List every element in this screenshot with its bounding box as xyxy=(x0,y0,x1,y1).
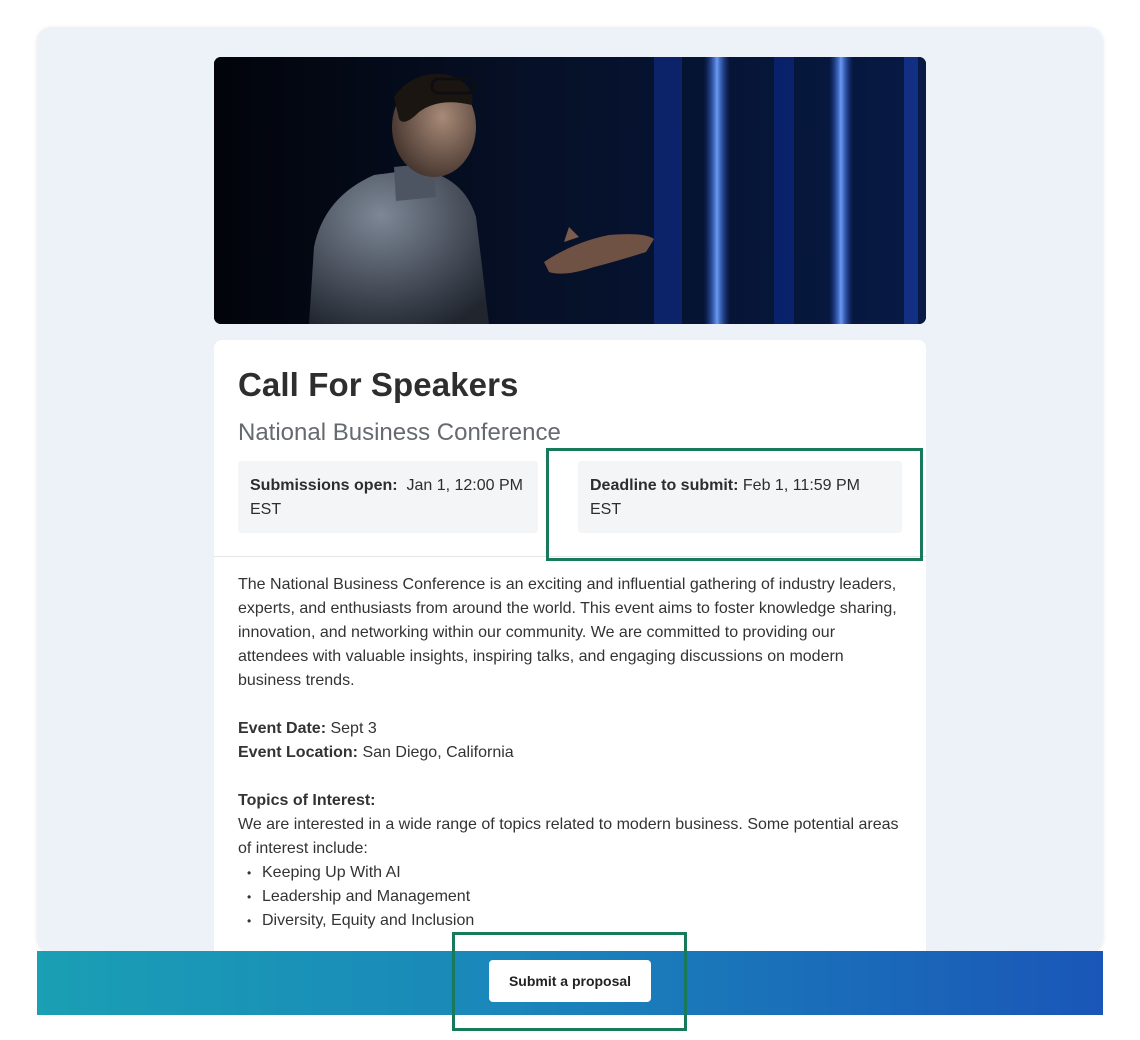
deadline-label: Deadline to submit: xyxy=(590,477,739,494)
event-location-line: Event Location: San Diego, California xyxy=(238,741,902,765)
event-description: The National Business Conference is an e… xyxy=(238,576,897,689)
submissions-open-box: Submissions open: Jan 1, 12:00 PM EST xyxy=(238,461,538,533)
bullet-icon: • xyxy=(247,914,252,928)
topic-item: • Diversity, Equity and Inclusion xyxy=(238,909,902,933)
submit-proposal-button[interactable]: Submit a proposal xyxy=(489,960,651,1002)
topics-list: • Keeping Up With AI • Leadership and Mana… xyxy=(238,861,902,933)
event-date-line: Event Date: Sept 3 xyxy=(238,717,902,741)
footer-action-bar: Submit a proposal xyxy=(37,951,1103,1015)
conference-name: National Business Conference xyxy=(238,419,561,446)
call-for-speakers-card: Call For Speakers National Business Conf… xyxy=(214,340,926,952)
section-divider xyxy=(214,556,926,557)
event-location-label: Event Location: xyxy=(238,744,359,761)
event-description-section: The National Business Conference is an e… xyxy=(238,573,902,933)
page-title: Call For Speakers xyxy=(238,366,519,403)
event-location-value: San Diego, California xyxy=(362,744,514,761)
bullet-icon: • xyxy=(247,890,252,904)
speaker-photo xyxy=(214,57,926,324)
event-date-value: Sept 3 xyxy=(330,720,377,737)
bullet-icon: • xyxy=(247,866,252,880)
deadline-box: Deadline to submit: Feb 1, 11:59 PM EST xyxy=(578,461,902,533)
topics-heading: Topics of Interest: xyxy=(238,792,376,809)
topic-item: • Keeping Up With AI xyxy=(238,861,902,885)
topic-item: • Leadership and Management xyxy=(238,885,902,909)
submissions-open-label: Submissions open: xyxy=(250,477,398,494)
page-container: Call For Speakers National Business Conf… xyxy=(37,27,1103,952)
event-date-label: Event Date: xyxy=(238,720,327,737)
topics-intro: We are interested in a wide range of top… xyxy=(238,816,899,857)
hero-image xyxy=(214,57,926,324)
